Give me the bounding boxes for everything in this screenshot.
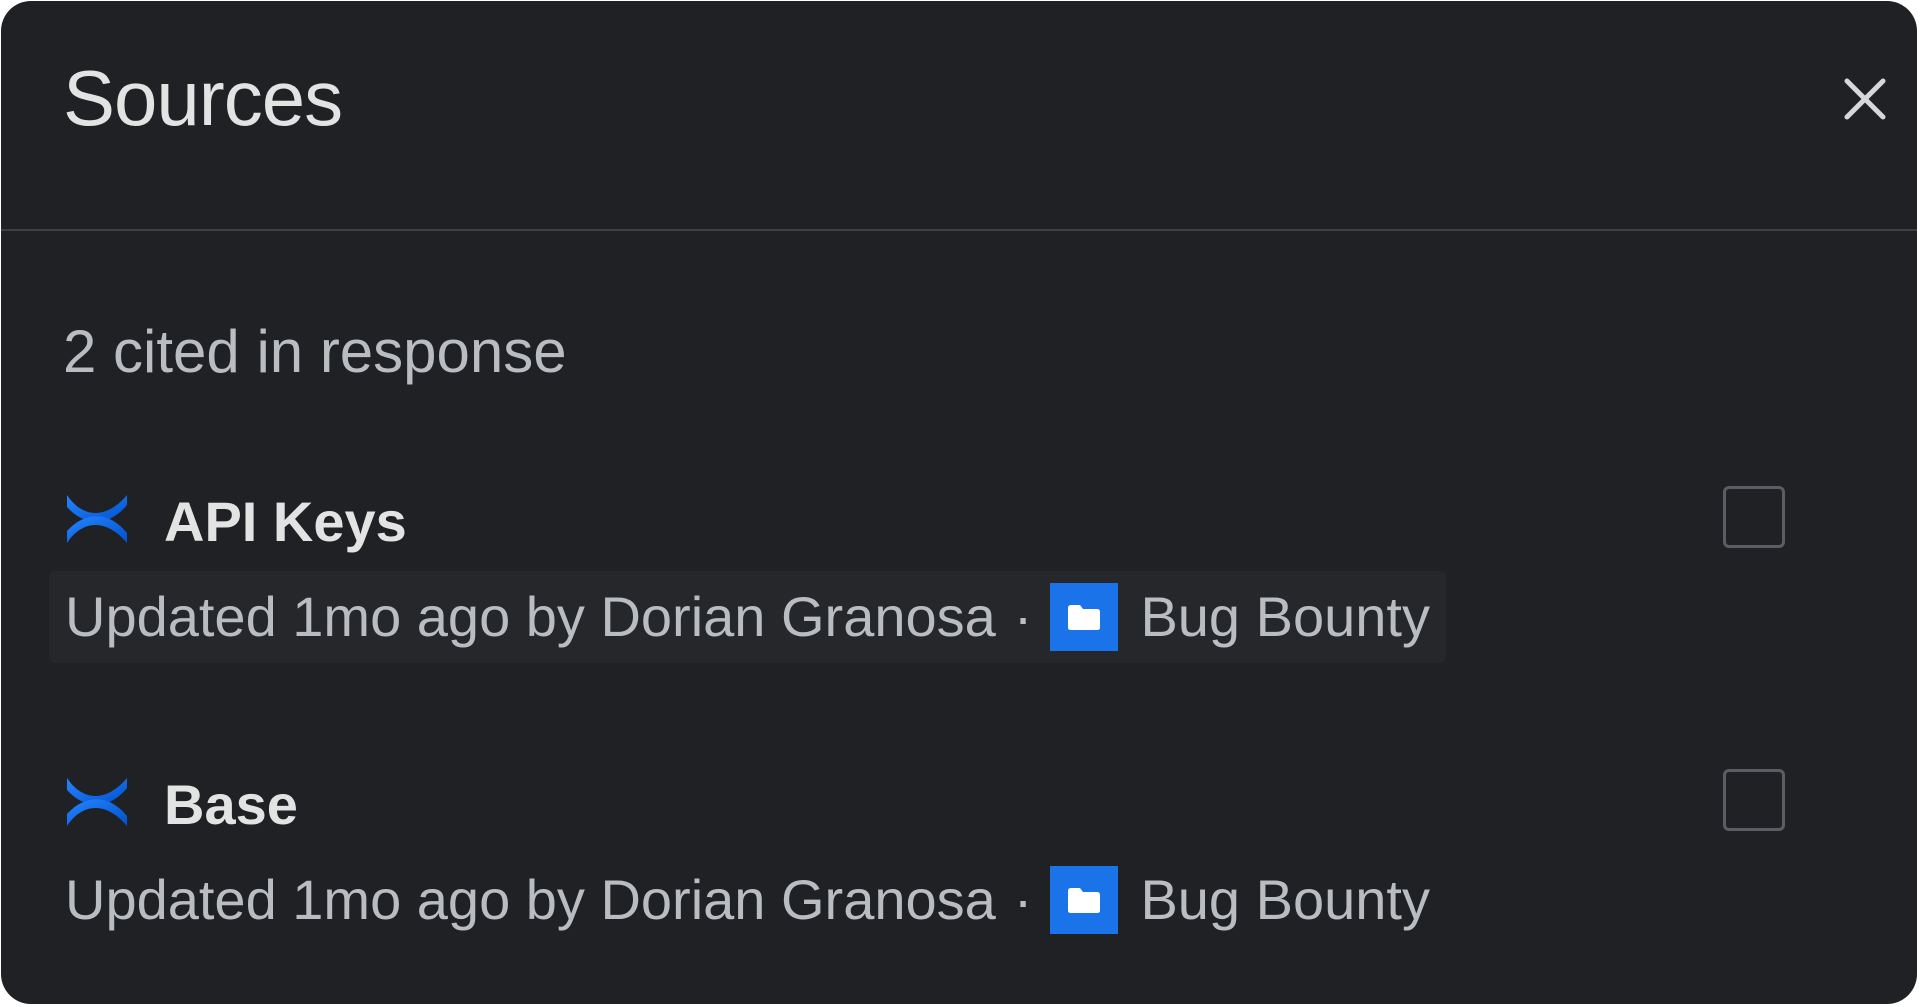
confluence-icon [67,495,127,543]
updated-text: Updated 1mo ago by Dorian Granosa [65,585,996,648]
panel-title: Sources [63,54,343,142]
cited-count-heading: 2 cited in response [63,318,567,385]
space-name[interactable]: Bug Bounty [1140,584,1430,650]
panel-header: Sources [1,1,1917,231]
source-checkbox[interactable] [1723,486,1785,548]
meta-separator: · [1013,585,1033,648]
source-meta: Updated 1mo ago by Dorian Granosa · Bug … [49,571,1446,663]
folder-icon [1050,866,1119,934]
folder-icon [1050,583,1119,651]
updated-text: Updated 1mo ago by Dorian Granosa [65,868,996,931]
source-title[interactable]: API Keys [164,489,407,555]
source-title[interactable]: Base [164,772,298,838]
source-checkbox[interactable] [1723,769,1785,831]
source-item[interactable]: API Keys Updated 1mo ago by Dorian Grano… [49,471,1869,671]
space-name[interactable]: Bug Bounty [1140,867,1430,933]
meta-separator: · [1013,868,1033,931]
sources-panel: Sources 2 cited in response API Keys Upd… [1,1,1917,1004]
close-icon [1844,78,1886,120]
source-item[interactable]: Base Updated 1mo ago by Dorian Granosa ·… [49,754,1869,954]
confluence-icon [67,778,127,826]
source-meta: Updated 1mo ago by Dorian Granosa · Bug … [49,854,1446,946]
close-button[interactable] [1829,63,1901,135]
